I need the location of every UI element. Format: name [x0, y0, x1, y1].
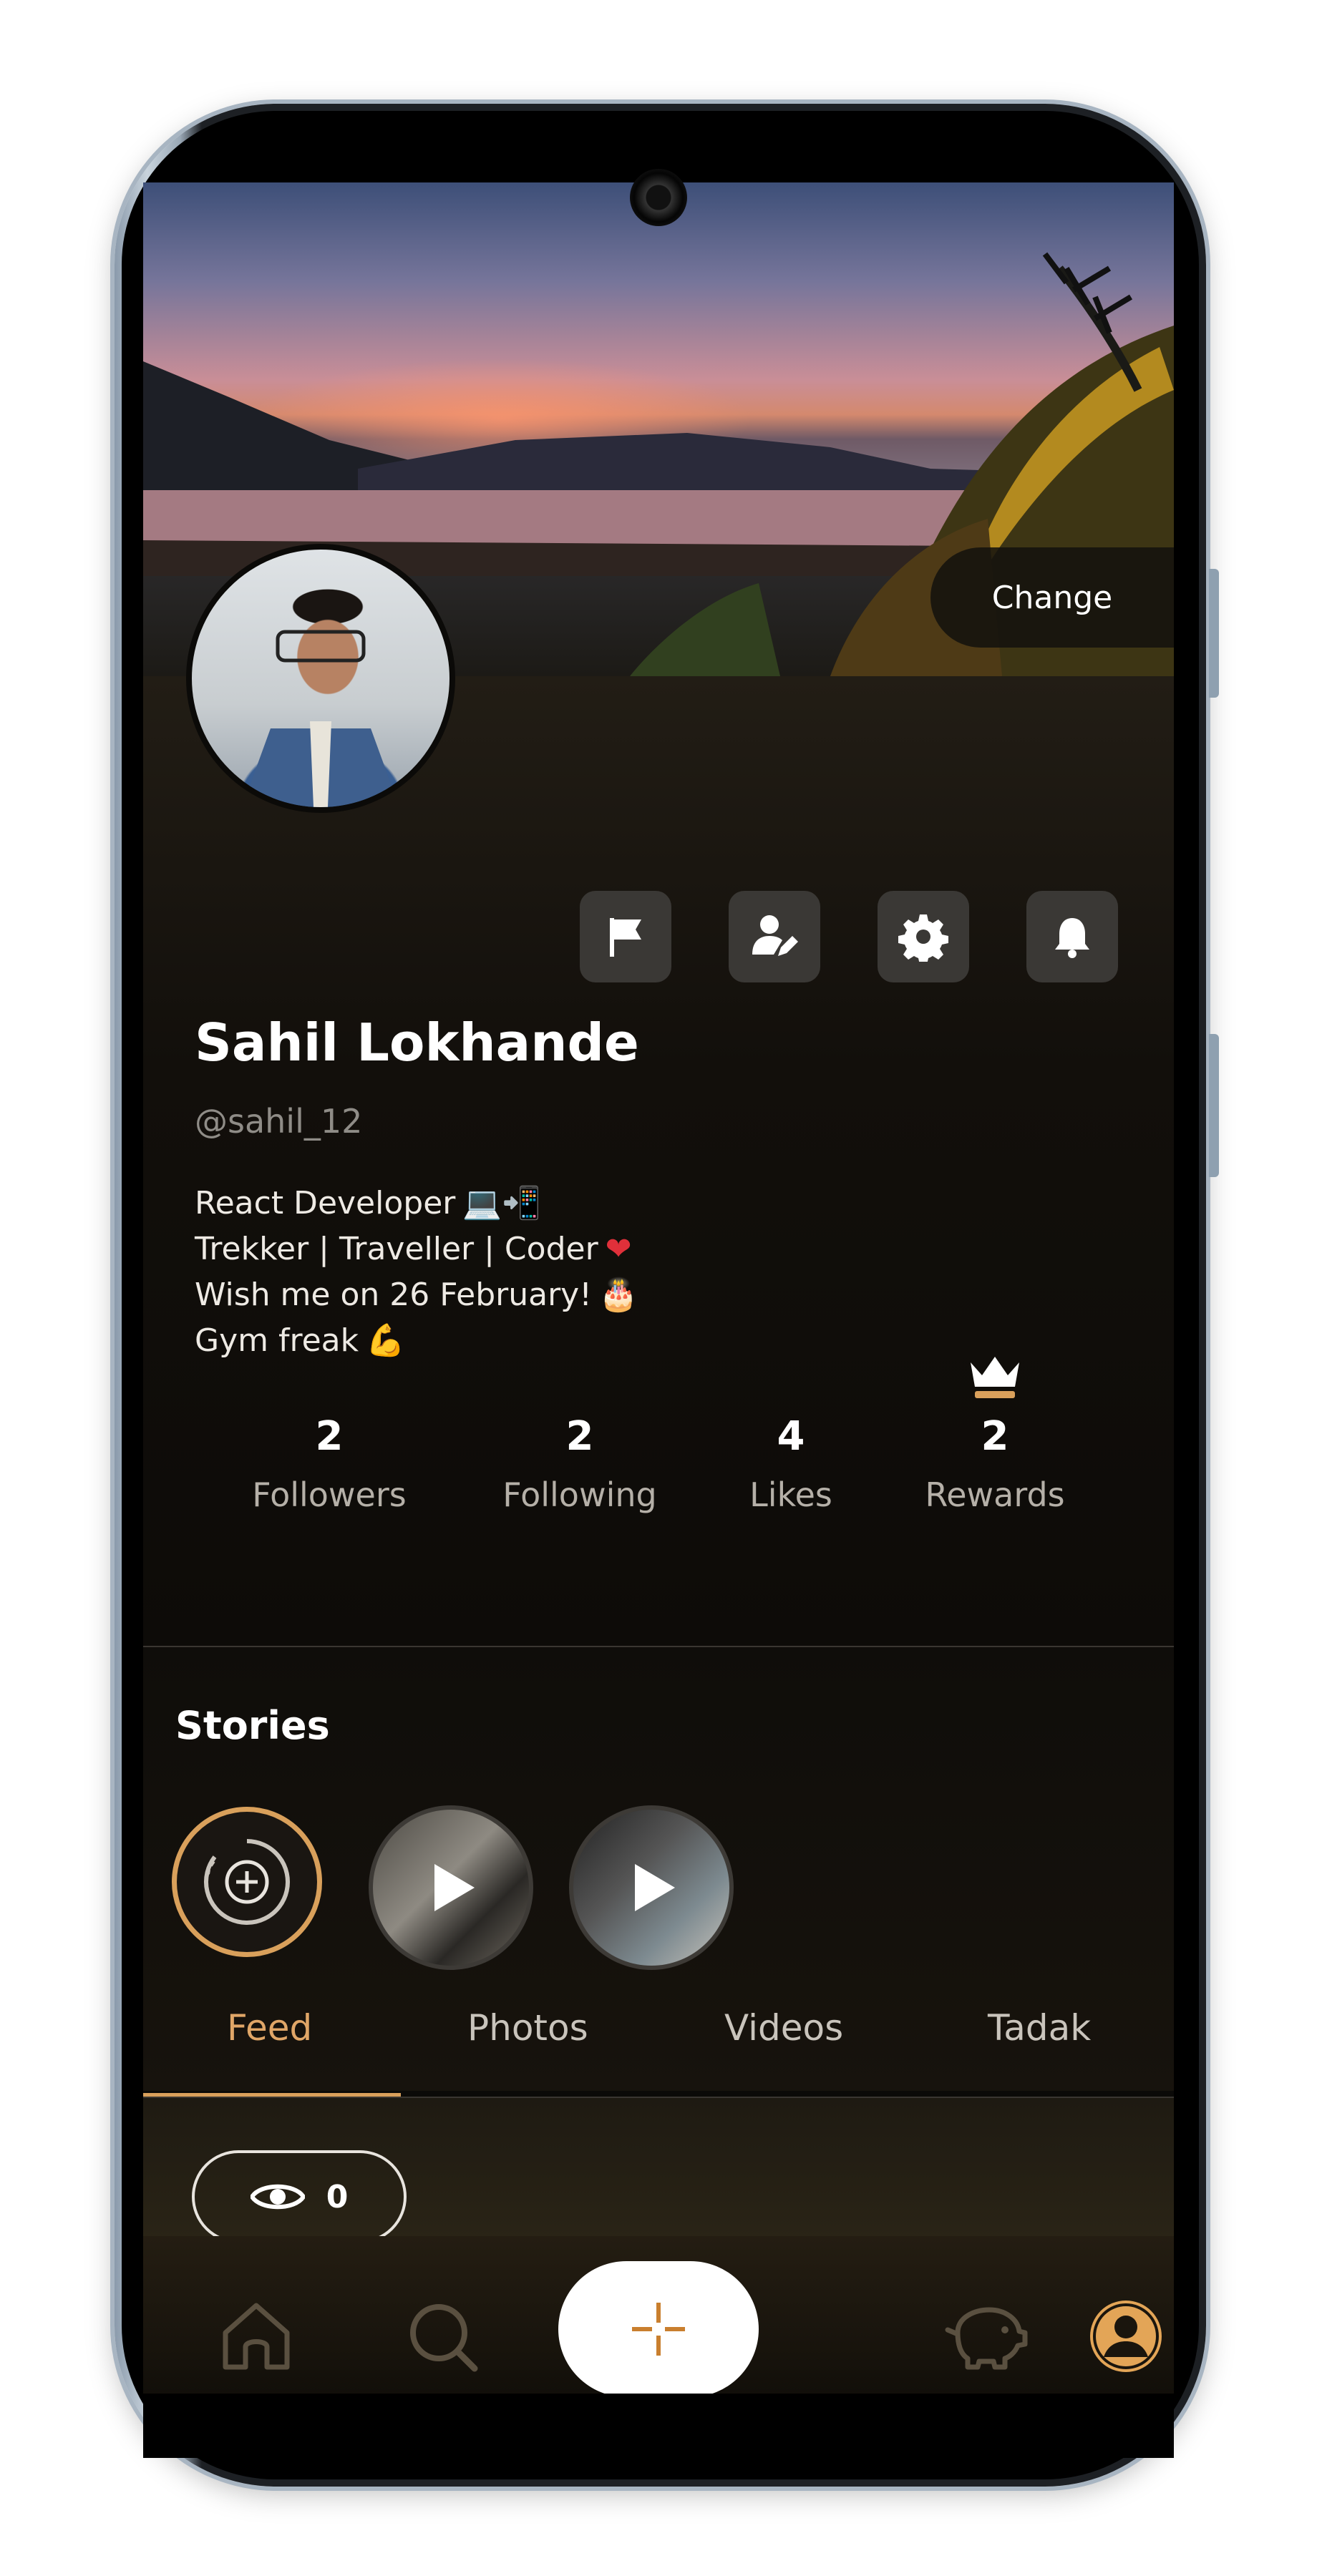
stat-following[interactable]: 2 Following — [480, 1413, 680, 1514]
power-button — [1209, 1034, 1219, 1177]
bio-emoji: ❤ — [605, 1231, 632, 1267]
story-item[interactable] — [569, 1805, 734, 1970]
settings-gear-icon — [898, 914, 948, 962]
nav-home[interactable] — [206, 2286, 306, 2386]
stat-value: 2 — [565, 1413, 594, 1460]
stat-followers[interactable]: 2 Followers — [229, 1413, 429, 1514]
piggy-bank-icon — [945, 2307, 1028, 2370]
tab-feed[interactable]: Feed — [227, 2007, 312, 2049]
eye-icon — [250, 2184, 305, 2210]
profile-icon — [1090, 2301, 1162, 2372]
nav-profile[interactable] — [1076, 2286, 1174, 2386]
story-item[interactable] — [369, 1805, 533, 1970]
active-tab-indicator — [143, 2093, 401, 2097]
profile-handle: @sahil_12 — [195, 1102, 363, 1141]
flag-button[interactable] — [580, 891, 671, 982]
tab-photos[interactable]: Photos — [467, 2007, 588, 2049]
crown-icon — [971, 1357, 1019, 1398]
bio-emoji: 💪 — [366, 1322, 405, 1359]
play-icon — [635, 1864, 675, 1911]
front-camera — [630, 169, 687, 226]
bio-emoji: 💻📲 — [462, 1185, 541, 1221]
play-icon — [434, 1864, 475, 1911]
bio-emoji: 🎂 — [598, 1277, 638, 1313]
nav-search[interactable] — [392, 2286, 492, 2386]
views-count: 0 — [326, 2178, 349, 2215]
stat-value: 2 — [981, 1413, 1009, 1460]
add-story-icon — [203, 1839, 290, 1925]
stat-rewards[interactable]: 2 Rewards — [902, 1413, 1088, 1514]
stat-likes[interactable]: 4 Likes — [719, 1413, 862, 1514]
bio-text: Trekker | Traveller | Coder — [195, 1231, 598, 1267]
nav-wallet[interactable] — [936, 2286, 1036, 2386]
stat-label: Following — [502, 1475, 657, 1514]
stat-value: 4 — [777, 1413, 805, 1460]
profile-name: Sahil Lokhande — [195, 1013, 639, 1073]
home-icon — [223, 2303, 290, 2370]
bio-text: React Developer — [195, 1185, 456, 1221]
stories-title: Stories — [175, 1703, 330, 1748]
app-screen: Change Sahil Lokhande @sahil_12 React De… — [143, 182, 1174, 2394]
profile-bio: React Developer 💻📲 Trekker | Traveller | … — [195, 1181, 638, 1364]
bio-text: Wish me on 26 February! — [195, 1277, 592, 1313]
stat-label: Rewards — [925, 1475, 1065, 1514]
notifications-button[interactable] — [1026, 891, 1118, 982]
bio-line: React Developer 💻📲 — [195, 1181, 638, 1226]
tab-videos[interactable]: Videos — [724, 2007, 843, 2049]
edit-profile-icon — [752, 915, 798, 956]
settings-button[interactable] — [878, 891, 969, 982]
bio-line: Trekker | Traveller | Coder ❤ — [195, 1226, 638, 1272]
volume-button — [1209, 569, 1219, 698]
avatar[interactable] — [186, 544, 455, 813]
bio-line: Wish me on 26 February! 🎂 — [195, 1272, 638, 1318]
stat-value: 2 — [315, 1413, 344, 1460]
bio-text: Gym freak — [195, 1322, 359, 1359]
change-cover-button[interactable]: Change — [930, 547, 1174, 648]
add-icon — [632, 2303, 685, 2356]
bio-line: Gym freak 💪 — [195, 1318, 638, 1364]
add-story-button[interactable] — [172, 1807, 322, 1957]
avatar-portrait — [242, 630, 399, 807]
stat-label: Likes — [749, 1475, 832, 1514]
edit-profile-button[interactable] — [729, 891, 820, 982]
tab-tadak[interactable]: Tadak — [988, 2007, 1091, 2049]
bottom-bezel — [143, 2394, 1174, 2458]
flag-icon — [610, 918, 641, 957]
notification-bell-icon — [1055, 918, 1089, 958]
create-post-button[interactable] — [558, 2261, 759, 2394]
search-icon — [410, 2304, 478, 2372]
stat-label: Followers — [252, 1475, 407, 1514]
views-counter[interactable]: 0 — [192, 2150, 407, 2243]
